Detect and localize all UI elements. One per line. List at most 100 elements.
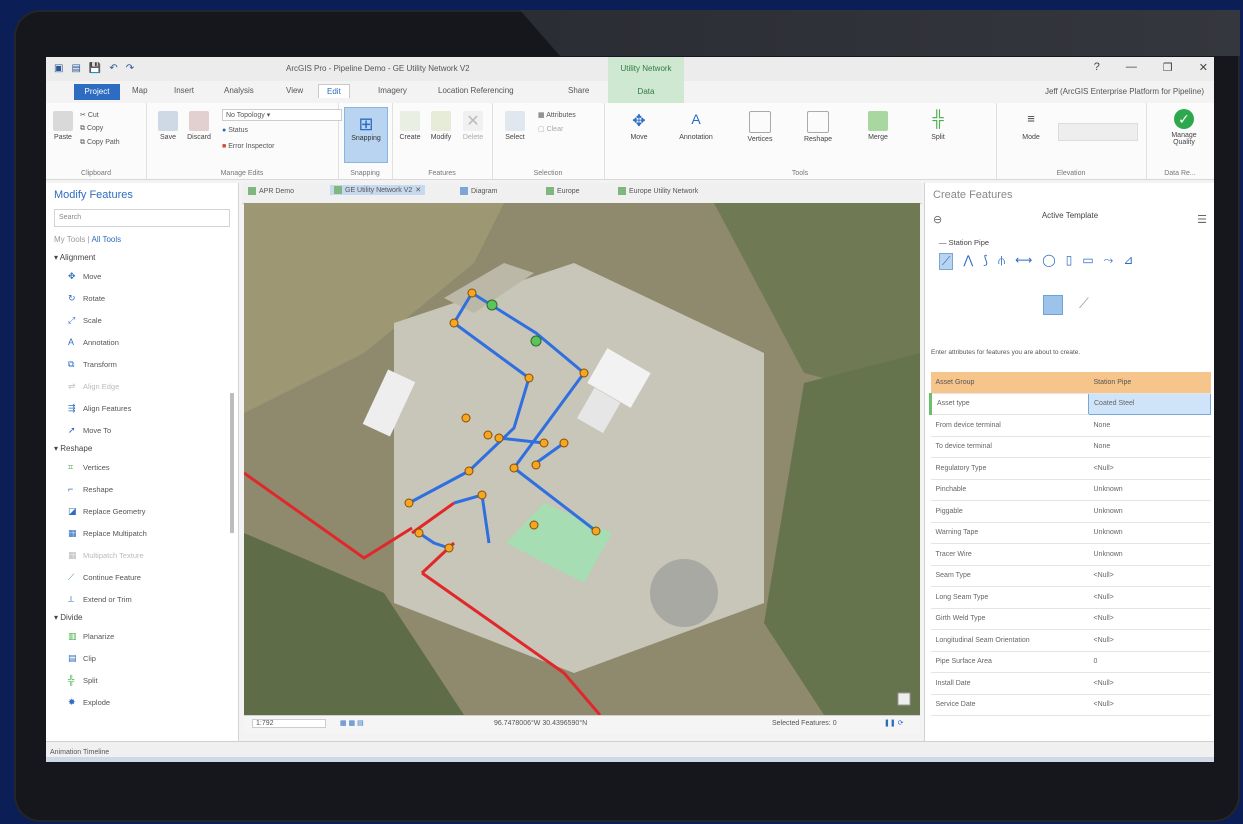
freehand-tool-icon[interactable]: ⟆ — [983, 253, 988, 270]
attribute-value[interactable]: Unknown — [1088, 522, 1211, 544]
save-project-icon[interactable]: 💾 — [89, 63, 101, 74]
undo-icon[interactable]: ↶ — [109, 63, 117, 74]
tool-planarize[interactable]: ▥ Planarize — [46, 625, 238, 647]
elevation-input[interactable] — [1058, 123, 1138, 141]
attribute-value[interactable]: Coated Steel — [1088, 392, 1211, 415]
attribute-row[interactable]: Seam Type <Null> — [930, 565, 1211, 587]
tab-location-referencing[interactable]: Location Referencing — [438, 86, 514, 95]
move-tool-button[interactable]: ✥ Move — [622, 111, 656, 141]
tool-split[interactable]: ╬ Split — [46, 669, 238, 691]
tool-align-edge[interactable]: ⇌ Align Edge — [46, 375, 238, 397]
save-edits-button[interactable]: Save — [156, 111, 180, 141]
tool-vertices[interactable]: ⌗ Vertices — [46, 456, 238, 478]
attribute-row[interactable]: Girth Weld Type <Null> — [930, 608, 1211, 630]
tool-multipatch-texture[interactable]: ▦ Multipatch Texture — [46, 544, 238, 566]
branch-tool-icon[interactable]: ⫛ — [998, 253, 1005, 270]
attribute-row[interactable]: Asset type Coated Steel — [929, 392, 1211, 415]
attribute-value[interactable]: 0 — [1088, 651, 1211, 673]
snapping-button[interactable]: ⊞ Snapping — [344, 107, 388, 163]
category-alignment[interactable]: ▾ Alignment — [46, 250, 238, 265]
attribute-row[interactable]: Pinchable Unknown — [930, 479, 1211, 501]
left-pane-scrollbar[interactable] — [230, 393, 234, 533]
clear-button[interactable]: ▢ Clear — [538, 125, 563, 133]
tool-rotate[interactable]: ↻ Rotate — [46, 287, 238, 309]
my-tools-link[interactable]: My Tools — [54, 235, 85, 244]
tools-mode-icon[interactable]: ⟋ — [1079, 295, 1089, 315]
attribute-value[interactable]: Station Pipe — [1088, 372, 1211, 394]
select-button[interactable]: Select — [500, 111, 530, 141]
tab-europe-utility-network[interactable]: Europe Utility Network — [618, 187, 698, 195]
create-button[interactable]: Create — [398, 111, 422, 141]
tab-europe[interactable]: Europe — [546, 187, 580, 195]
selected-features-count[interactable]: Selected Features: 0 — [772, 720, 837, 727]
attribute-value[interactable]: Unknown — [1088, 500, 1211, 523]
attribute-value[interactable]: Unknown — [1088, 543, 1211, 566]
attribute-value[interactable]: <Null> — [1088, 586, 1211, 609]
attribute-value[interactable]: None — [1088, 436, 1211, 458]
copy-button[interactable]: ⧉ Copy — [80, 125, 103, 133]
attribute-row[interactable]: Install Date <Null> — [930, 672, 1211, 695]
pause-refresh-icons[interactable]: ❚❚ ⟳ — [884, 719, 904, 727]
attribute-row[interactable]: To device terminal None — [930, 436, 1211, 458]
tab-project[interactable]: Project — [74, 84, 120, 100]
merge-tool-button[interactable]: Merge — [860, 111, 896, 141]
copy-path-button[interactable]: ⧉ Copy Path — [80, 139, 120, 147]
tab-insert[interactable]: Insert — [174, 86, 194, 95]
tool-annotation[interactable]: A Annotation — [46, 331, 238, 353]
category-divide[interactable]: ▾ Divide — [46, 610, 238, 625]
parallel-tool-icon[interactable]: ⟷ — [1015, 253, 1032, 270]
close-button[interactable]: ✕ — [1199, 61, 1208, 74]
circle-tool-icon[interactable]: ◯ — [1042, 253, 1055, 270]
attribute-row[interactable]: Warning Tape Unknown — [930, 522, 1211, 544]
tab-edit[interactable]: Edit — [318, 84, 350, 98]
tool-clip[interactable]: ▤ Clip — [46, 647, 238, 669]
tool-explode[interactable]: ✸ Explode — [46, 691, 238, 713]
tab-imagery[interactable]: Imagery — [378, 86, 407, 95]
elevation-mode-button[interactable]: ≡ Mode — [1016, 111, 1046, 141]
attribute-row[interactable]: Longitudinal Seam Orientation <Null> — [930, 629, 1211, 652]
tool-search-input[interactable]: Search — [54, 209, 230, 227]
polyline-tool-icon[interactable]: ⋀ — [963, 253, 973, 270]
tool-scale[interactable]: ⤢ Scale — [46, 309, 238, 331]
map-view[interactable] — [244, 203, 920, 715]
view-mode-icons[interactable]: ▦ ▦ ▤ — [340, 719, 364, 727]
help-button[interactable]: ? — [1094, 61, 1100, 74]
line-tool-icon[interactable]: ⟋ — [939, 253, 954, 270]
tab-ge-utility-network[interactable]: GE Utility Network V2 ✕ — [330, 185, 426, 195]
attributes-button[interactable]: ▦ Attributes — [538, 111, 576, 119]
tab-data[interactable]: Data — [608, 81, 684, 103]
new-project-icon[interactable]: ▣ — [54, 63, 63, 74]
attribute-value[interactable]: Unknown — [1088, 479, 1211, 501]
tab-diagram[interactable]: Diagram — [460, 187, 497, 195]
all-tools-link[interactable]: All Tools — [92, 235, 122, 244]
open-project-icon[interactable]: ▤ — [71, 63, 80, 74]
redo-icon[interactable]: ↷ — [126, 63, 134, 74]
tool-replace-multipatch[interactable]: ▦ Replace Multipatch — [46, 522, 238, 544]
tool-reshape[interactable]: ⌐ Reshape — [46, 478, 238, 500]
reshape-tool-button[interactable]: Reshape — [798, 111, 838, 143]
delete-button[interactable]: ✕ Delete — [460, 111, 486, 141]
attribute-row[interactable]: From device terminal None — [930, 414, 1211, 437]
tool-transform[interactable]: ⧉ Transform — [46, 353, 238, 375]
tool-move[interactable]: ✥ Move — [46, 265, 238, 287]
attribute-row[interactable]: Service Date <Null> — [930, 694, 1211, 716]
attribute-value[interactable]: <Null> — [1088, 457, 1211, 480]
topology-select[interactable]: No Topology ▾ — [222, 109, 342, 121]
paste-button[interactable]: Paste — [52, 111, 74, 141]
tab-apr-demo[interactable]: APR Demo — [248, 187, 294, 195]
vertices-tool-button[interactable]: Vertices — [740, 111, 780, 143]
attribute-value[interactable]: <Null> — [1088, 608, 1211, 630]
attribute-row[interactable]: Piggable Unknown — [930, 500, 1211, 523]
maximize-button[interactable]: ❐ — [1163, 61, 1173, 74]
scale-select[interactable]: 1:792 — [252, 719, 326, 728]
menu-icon[interactable]: ☰ — [1197, 213, 1207, 226]
discard-edits-button[interactable]: Discard — [184, 111, 214, 141]
attributes-mode-icon[interactable] — [1043, 295, 1063, 315]
error-inspector-button[interactable]: ■ Error Inspector — [222, 143, 274, 150]
minimize-button[interactable]: — — [1126, 61, 1137, 74]
map-canvas[interactable] — [244, 203, 920, 715]
attribute-value[interactable]: None — [1088, 414, 1211, 437]
tab-map[interactable]: Map — [132, 86, 148, 95]
trace-tool-icon[interactable]: ⤳ — [1104, 253, 1114, 270]
attribute-row[interactable]: Long Seam Type <Null> — [930, 586, 1211, 609]
